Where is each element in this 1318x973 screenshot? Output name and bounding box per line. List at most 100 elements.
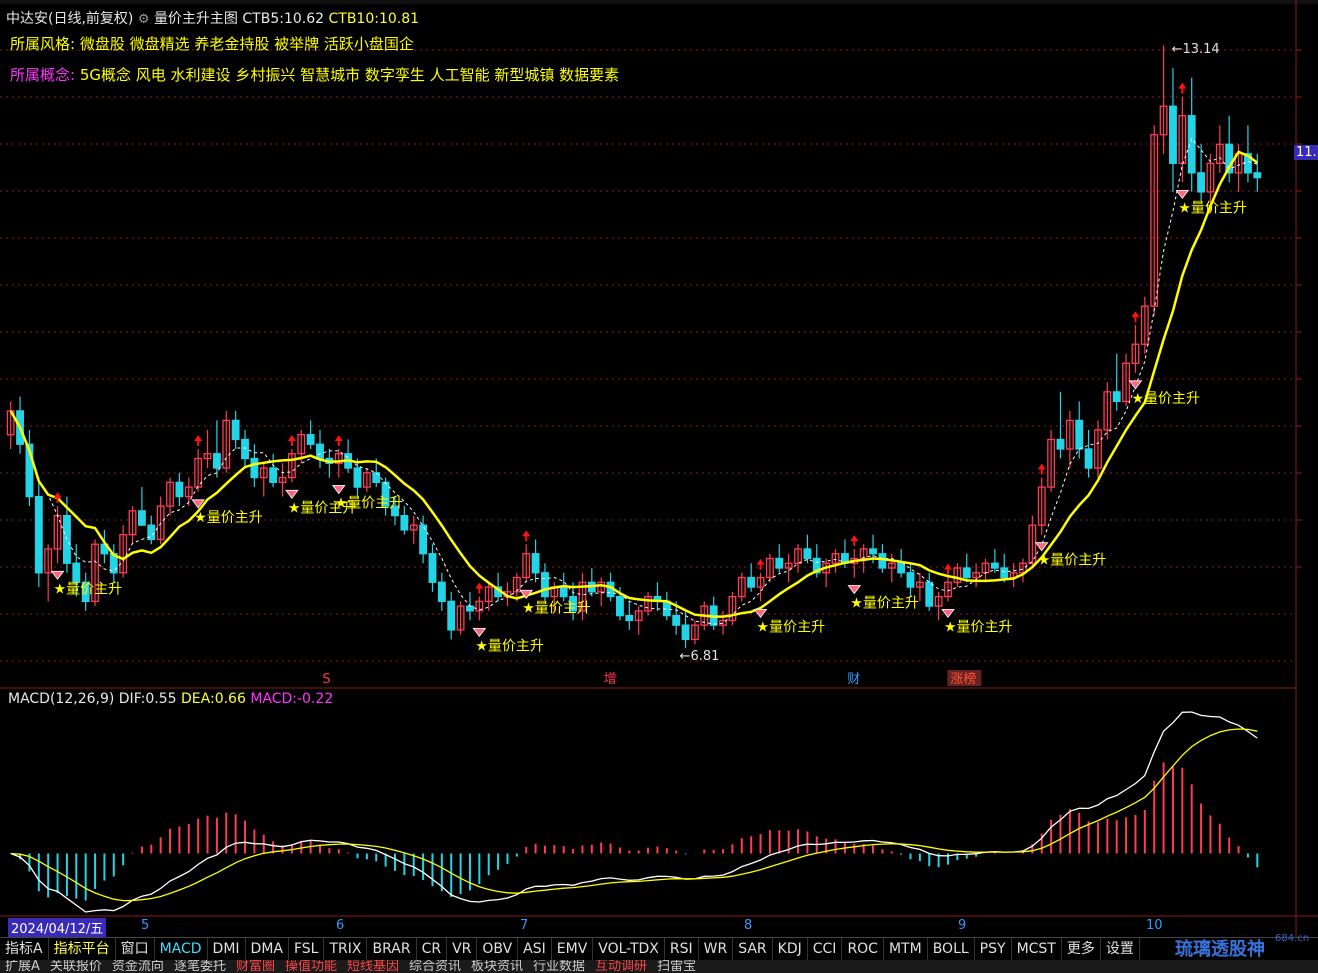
tab-12[interactable]: ASI (518, 938, 552, 960)
diamond-icon (331, 485, 346, 495)
tab-8[interactable]: BRAR (367, 938, 417, 960)
candlestick-chart[interactable]: ←13.14 ←6.81 ★量价主升 ★量价主升 ★量价主升 ★量价主升 ★量价主升 ★量价主… (0, 0, 1318, 973)
diamond-icon (1175, 189, 1190, 200)
tab-10[interactable]: VR (447, 938, 478, 960)
tab-15[interactable]: RSI (665, 938, 699, 960)
bottom-tab-7[interactable]: 综合资讯 (404, 960, 466, 973)
candle-body (531, 553, 540, 574)
bottom-tab-9[interactable]: 行业数据 (528, 960, 590, 973)
candle-body (1084, 448, 1093, 469)
diamond-icon (847, 585, 862, 595)
tab-6[interactable]: FSL (289, 938, 325, 960)
indicator-name[interactable]: 量价主升主图 (154, 11, 238, 27)
tab-13[interactable]: EMV (552, 938, 594, 960)
tab-5[interactable]: DMA (246, 938, 289, 960)
bottom-tab-3[interactable]: 逐笔委托 (169, 960, 231, 973)
tab-2[interactable]: 窗口 (116, 938, 155, 960)
bottom-tab-10[interactable]: 互动调研 (590, 960, 652, 973)
signal-label: ★量价主升 (1038, 553, 1107, 569)
x-tick-label: 5 (141, 918, 150, 933)
bottom-tab-8[interactable]: 板块资讯 (466, 960, 528, 973)
tab-4[interactable]: DMI (208, 938, 246, 960)
tab-26[interactable]: 设置 (1101, 938, 1140, 960)
style-row: 所属风格: 微盘股 微盘精选 养老金持股 被举牌 活跃小盘国企 (10, 33, 414, 54)
x-tick-label: 8 (744, 918, 753, 933)
up-arrow-icon (756, 558, 765, 570)
x-tick-label: 7 (520, 918, 529, 933)
candle-body (428, 553, 437, 583)
indicator-tab-bar: 指标A 指标平台 窗口 MACD DMI DMA FSL TRIX BRAR CR VR OBV ASI… (0, 937, 1318, 960)
event-label: S (322, 672, 330, 687)
candle-body (34, 495, 43, 574)
candle-body (372, 472, 381, 483)
candle-body (541, 572, 549, 598)
diamond-icon (1034, 542, 1049, 552)
tab-23[interactable]: PSY (975, 938, 1012, 960)
up-arrow-icon (1178, 82, 1187, 94)
tab-7[interactable]: TRIX (324, 938, 368, 960)
low-label: ←6.81 (680, 649, 720, 664)
bottom-tab-4[interactable]: 财富圈 (231, 960, 280, 973)
signal-label: ★量价主升 (54, 581, 123, 597)
tab-3[interactable]: MACD (155, 938, 208, 960)
signal-label: ★量价主升 (335, 496, 404, 512)
bottom-tab-6[interactable]: 短线基因 (342, 960, 404, 973)
watermark: 琉璃透股神 (1175, 939, 1265, 960)
candle-body (306, 434, 315, 445)
tab-22[interactable]: BOLL (928, 938, 975, 960)
signal-label: ★量价主升 (194, 510, 263, 526)
tab-9[interactable]: CR (417, 938, 448, 960)
candle-body (1056, 438, 1065, 450)
tab-24[interactable]: MCST (1012, 938, 1062, 960)
candle-body (447, 600, 456, 631)
candle-body (1169, 105, 1177, 164)
candle-body (1075, 419, 1084, 450)
diamond-icon (472, 627, 487, 638)
candle-body (878, 553, 887, 569)
bottom-tab-11[interactable]: 扫雷宝 (652, 960, 701, 973)
signal-label: ★量价主升 (944, 619, 1013, 635)
candle-body (672, 614, 681, 626)
bottom-tab-0[interactable]: 扩展A (0, 960, 45, 973)
tab-1[interactable]: 指标平台 (49, 938, 116, 960)
tab-20[interactable]: ROC (842, 938, 884, 960)
candle-body (1112, 391, 1121, 403)
signal-label: ★量价主升 (475, 638, 544, 654)
tab-0[interactable]: 指标A (0, 938, 49, 960)
bottom-tab-2[interactable]: 资金流向 (107, 960, 169, 973)
tab-11[interactable]: OBV (477, 938, 519, 960)
concept-row: 所属概念: 5G概念 风电 水利建设 乡村振兴 智慧城市 数字孪生 人工智能 新… (10, 64, 619, 85)
candle-body (466, 605, 474, 612)
settings-icon[interactable]: ⚙ (138, 12, 150, 27)
candle-body (869, 548, 877, 555)
diamond-icon (941, 608, 955, 619)
tab-18[interactable]: KDJ (773, 938, 808, 960)
x-tick-label: 9 (958, 918, 967, 933)
tab-19[interactable]: CCI (808, 938, 843, 960)
tab-16[interactable]: WR (699, 938, 734, 960)
tab-14[interactable]: VOL-TDX (593, 938, 665, 960)
tab-25[interactable]: 更多 (1062, 938, 1101, 960)
candle-body (925, 581, 934, 607)
event-label: 增 (604, 672, 617, 687)
stock-name[interactable]: 中达安(日线,前复权) (6, 11, 133, 27)
diamond-icon (1128, 380, 1143, 390)
diamond-icon (285, 489, 299, 499)
candle-body (175, 481, 184, 498)
signal-label: ★量价主升 (522, 600, 591, 616)
concept-value: 5G概念 风电 水利建设 乡村振兴 智慧城市 数字孪生 人工智能 新型城镇 数据… (79, 66, 620, 84)
macd-name[interactable]: MACD(12,26,9) (8, 691, 114, 707)
dif-label: DIF: (118, 691, 146, 707)
ctb5-value: 10.62 (283, 11, 325, 27)
chart-stage: ←13.14 ←6.81 ★量价主升 ★量价主升 ★量价主升 ★量价主升 ★量价主升 ★量价主… (0, 0, 1318, 973)
tab-21[interactable]: MTM (884, 938, 928, 960)
dea-value: 0.66 (214, 691, 246, 707)
bottom-tab-5[interactable]: 操值功能 (280, 960, 342, 973)
event-label: 财 (847, 672, 860, 687)
tab-17[interactable]: SAR (733, 938, 773, 960)
up-arrow-icon (334, 434, 343, 446)
x-tick-label: 6 (336, 918, 345, 933)
candle-body (803, 548, 812, 560)
concept-label: 所属概念: (10, 66, 76, 84)
bottom-tab-1[interactable]: 关联报价 (45, 960, 107, 973)
